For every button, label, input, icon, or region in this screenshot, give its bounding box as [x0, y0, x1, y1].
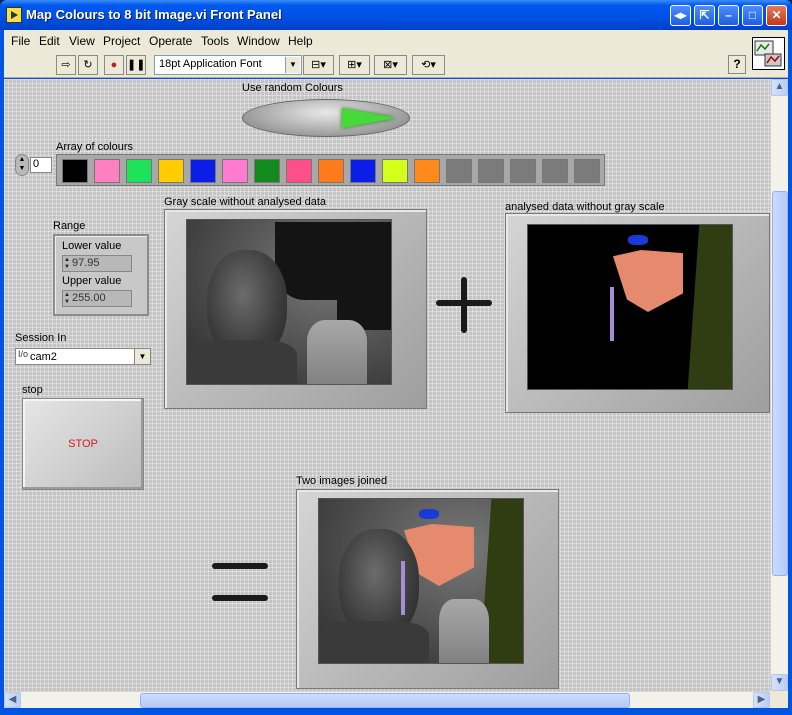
- analysed-image: [527, 224, 733, 390]
- menu-project[interactable]: Project: [103, 34, 140, 48]
- menu-help[interactable]: Help: [288, 34, 313, 48]
- colour-array: [56, 154, 605, 186]
- restore-panel-button[interactable]: ⇱: [694, 5, 715, 26]
- pause-icon[interactable]: ❚❚: [126, 55, 146, 75]
- gray-scale-image-display[interactable]: [164, 209, 427, 409]
- resize-objects-icon[interactable]: ⊠▾: [374, 55, 407, 75]
- chevron-down-icon: ▼: [285, 57, 300, 73]
- range-label: Range: [53, 220, 86, 232]
- img3-label: Two images joined: [296, 475, 388, 487]
- distribute-objects-icon[interactable]: ⊞▾: [339, 55, 370, 75]
- minimize-button[interactable]: –: [718, 5, 739, 26]
- equals-icon-top: [212, 563, 268, 569]
- session-in-select[interactable]: I/o cam2 ▼: [15, 348, 151, 365]
- font-select[interactable]: 18pt Application Font ▼: [154, 55, 302, 75]
- front-panel: Use random Colours Array of colours ▲ ▼ 0…: [4, 79, 770, 691]
- vertical-scrollbar[interactable]: ▲ ▼: [770, 79, 788, 691]
- reorder-icon[interactable]: ⟲▾: [412, 55, 445, 75]
- img2-label: analysed data without gray scale: [505, 201, 665, 213]
- vertical-scroll-thumb[interactable]: [772, 191, 788, 576]
- range-cluster: Lower value ▲ ▼ 97.95 Upper value ▲ ▼ 255.…: [53, 234, 149, 316]
- array-index-value[interactable]: 0: [30, 157, 52, 173]
- colour-swatch[interactable]: [254, 159, 280, 183]
- upper-value-field[interactable]: ▲ ▼ 255.00: [62, 290, 132, 307]
- scroll-corner: [770, 691, 788, 708]
- colour-swatch[interactable]: [318, 159, 344, 183]
- session-in-value: cam2: [30, 351, 57, 363]
- spinner-icon[interactable]: ▲ ▼: [64, 257, 70, 271]
- spinner-icon[interactable]: ▲ ▼: [64, 292, 70, 306]
- vi-connector-icon[interactable]: [752, 37, 785, 70]
- stop-label: stop: [22, 384, 43, 396]
- horizontal-scrollbar[interactable]: ◀ ▶: [4, 691, 770, 708]
- lower-value: 97.95: [72, 257, 100, 269]
- colour-swatch[interactable]: [414, 159, 440, 183]
- array-index-control[interactable]: ▲ ▼ 0: [15, 154, 57, 176]
- menu-bar: File Edit View Project Operate Tools Win…: [4, 30, 788, 52]
- menu-view[interactable]: View: [69, 34, 95, 48]
- colour-swatch[interactable]: [222, 159, 248, 183]
- maximize-button[interactable]: □: [742, 5, 763, 26]
- lower-value-label: Lower value: [62, 240, 122, 252]
- colour-swatch[interactable]: [94, 159, 120, 183]
- title-bar[interactable]: Map Colours to 8 bit Image.vi Front Pane…: [0, 0, 792, 30]
- font-select-value: 18pt Application Font: [159, 58, 262, 70]
- equals-icon-bottom: [212, 595, 268, 601]
- analysed-image-display[interactable]: [505, 213, 770, 413]
- session-in-label: Session In: [15, 332, 67, 344]
- upper-value-label: Upper value: [62, 275, 122, 287]
- joined-image-display[interactable]: [296, 489, 559, 689]
- scroll-left-icon[interactable]: ◀: [4, 692, 21, 708]
- colour-swatch[interactable]: [158, 159, 184, 183]
- scroll-up-icon[interactable]: ▲: [771, 79, 788, 96]
- scroll-down-icon[interactable]: ▼: [771, 674, 788, 691]
- colour-swatch[interactable]: [510, 159, 536, 183]
- colour-swatch[interactable]: [574, 159, 600, 183]
- colour-swatch[interactable]: [382, 159, 408, 183]
- colour-swatch[interactable]: [350, 159, 376, 183]
- chevron-down-icon[interactable]: ▼: [134, 349, 150, 364]
- gray-scale-image: [186, 219, 392, 385]
- colour-swatch[interactable]: [190, 159, 216, 183]
- lower-value-field[interactable]: ▲ ▼ 97.95: [62, 255, 132, 272]
- menu-operate[interactable]: Operate: [149, 34, 192, 48]
- horizontal-scroll-thumb[interactable]: [140, 693, 630, 708]
- use-random-colours-toggle[interactable]: [242, 99, 410, 137]
- colour-swatch[interactable]: [62, 159, 88, 183]
- labview-vi-icon: [6, 7, 22, 23]
- scroll-right-icon[interactable]: ▶: [753, 692, 770, 708]
- colour-swatch[interactable]: [478, 159, 504, 183]
- menu-file[interactable]: File: [11, 34, 30, 48]
- align-objects-icon[interactable]: ⊟▾: [303, 55, 334, 75]
- colour-swatch[interactable]: [446, 159, 472, 183]
- stop-button[interactable]: STOP: [22, 398, 144, 490]
- window-title: Map Colours to 8 bit Image.vi Front Pane…: [26, 7, 282, 22]
- menu-edit[interactable]: Edit: [39, 34, 60, 48]
- joined-image: [318, 498, 524, 664]
- index-spinner-icon[interactable]: ▲ ▼: [15, 154, 29, 176]
- menu-window[interactable]: Window: [237, 34, 280, 48]
- img1-label: Gray scale without analysed data: [164, 196, 327, 208]
- toolbar: ⇨ ↻ ● ❚❚ 18pt Application Font ▼ ⊟▾ ⊞▾ ⊠…: [4, 52, 788, 78]
- colour-swatch[interactable]: [286, 159, 312, 183]
- toggle-lamp-icon: [342, 108, 396, 128]
- colour-swatch[interactable]: [126, 159, 152, 183]
- plus-icon-v: [461, 277, 467, 333]
- run-arrow-icon[interactable]: ⇨: [56, 55, 76, 75]
- menu-tools[interactable]: Tools: [201, 34, 229, 48]
- array-label: Array of colours: [56, 141, 134, 153]
- run-continuously-icon[interactable]: ↻: [78, 55, 98, 75]
- context-help-button[interactable]: ?: [728, 55, 746, 74]
- window-bottom-border: [0, 708, 792, 715]
- upper-value: 255.00: [72, 292, 106, 304]
- io-icon: I/o: [18, 349, 29, 359]
- colour-swatch[interactable]: [542, 159, 568, 183]
- tile-button[interactable]: ◂▸: [670, 5, 691, 26]
- close-button[interactable]: ✕: [766, 5, 787, 26]
- toggle-label: Use random Colours: [242, 82, 343, 94]
- abort-icon[interactable]: ●: [104, 55, 124, 75]
